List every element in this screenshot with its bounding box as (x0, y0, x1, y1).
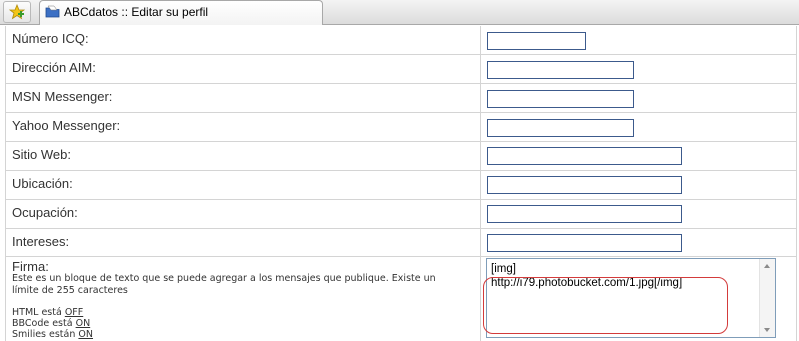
scroll-down-icon[interactable] (764, 328, 770, 332)
profile-form: Número ICQ: Dirección AIM: MSN Messenger… (5, 26, 797, 341)
signature-label: Firma: (12, 259, 49, 274)
interests-label: Intereses: (12, 234, 70, 249)
bbcode-status-link[interactable]: ON (76, 318, 91, 329)
occupation-field[interactable] (487, 205, 682, 223)
html-status-link[interactable]: OFF (65, 307, 83, 318)
website-label: Sitio Web: (12, 147, 72, 162)
textarea-scrollbar[interactable] (759, 259, 775, 337)
smilies-status-link[interactable]: ON (78, 329, 93, 340)
form-row-interests: Intereses: (6, 229, 796, 257)
tab-title: ABCdatos :: Editar su perfil (64, 5, 209, 19)
website-field[interactable] (487, 147, 682, 165)
scroll-up-icon[interactable] (764, 264, 770, 268)
icq-label: Número ICQ: (12, 31, 89, 46)
form-row-occupation: Ocupación: (6, 200, 796, 229)
add-favorite-button[interactable] (3, 1, 31, 23)
aim-label: Dirección AIM: (12, 60, 96, 75)
form-row-aim: Dirección AIM: (6, 55, 796, 84)
form-row-icq: Número ICQ: (6, 26, 796, 55)
form-row-yahoo: Yahoo Messenger: (6, 113, 796, 142)
interests-field[interactable] (487, 234, 682, 252)
bbcode-status: BBCode está ON (12, 318, 91, 329)
signature-description: Este es un bloque de texto que se puede … (12, 273, 436, 296)
add-star-icon (9, 4, 25, 20)
yahoo-field[interactable] (487, 119, 634, 137)
browser-tab-bar: ABCdatos :: Editar su perfil (0, 0, 799, 25)
form-row-msn: MSN Messenger: (6, 84, 796, 113)
tab-editar-perfil[interactable]: ABCdatos :: Editar su perfil (39, 0, 323, 25)
html-status: HTML está OFF (12, 307, 84, 318)
smilies-status: Smilies están ON (12, 329, 94, 340)
signature-highlight-annotation (483, 277, 728, 334)
form-row-location: Ubicación: (6, 171, 796, 200)
msn-field[interactable] (487, 90, 634, 108)
occupation-label: Ocupación: (12, 205, 78, 220)
icq-field[interactable] (487, 32, 586, 50)
form-row-website: Sitio Web: (6, 142, 796, 171)
yahoo-label: Yahoo Messenger: (12, 118, 121, 133)
aim-field[interactable] (487, 61, 634, 79)
location-label: Ubicación: (12, 176, 73, 191)
location-field[interactable] (487, 176, 682, 194)
folder-icon (45, 5, 60, 18)
msn-label: MSN Messenger: (12, 89, 113, 104)
